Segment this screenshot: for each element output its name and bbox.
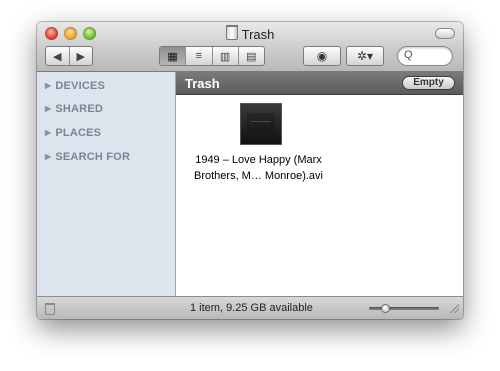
disclosure-triangle-icon[interactable]: ▶	[45, 104, 51, 113]
forward-button[interactable]: ▶	[70, 47, 93, 65]
file-name[interactable]: 1949 – Love Happy (Marx Brothers, M… Mon…	[181, 152, 336, 184]
icon-size-slider[interactable]	[369, 304, 439, 313]
folder-title: Trash	[185, 76, 220, 91]
window-title-label: Trash	[241, 27, 275, 42]
sidebar-item-shared[interactable]: ▶ SHARED	[45, 103, 103, 115]
window-title: Trash	[37, 25, 463, 42]
toolbar: Trash ◀ ▶ ▦ ≡ ▥ ▤ ◉ ✲▾ Q	[37, 22, 463, 72]
file-name-line: Brothers, M… Monroe).avi	[194, 170, 323, 182]
action-menu-button[interactable]: ✲▾	[346, 46, 384, 66]
gear-icon: ✲▾	[356, 49, 374, 63]
sidebar-item-label: SHARED	[55, 103, 104, 115]
status-bar: 1 item, 9.25 GB available	[37, 296, 463, 319]
icon-view-button[interactable]: ▦	[160, 47, 187, 65]
sidebar-item-places[interactable]: ▶ PLACES	[45, 127, 101, 139]
search-input[interactable]	[416, 48, 448, 62]
disclosure-triangle-icon[interactable]: ▶	[45, 128, 51, 137]
trash-icon	[45, 303, 55, 315]
view-mode-control: ▦ ≡ ▥ ▤	[159, 46, 265, 66]
sidebar-item-label: DEVICES	[55, 80, 106, 92]
search-icon: Q	[404, 49, 413, 61]
icon-view-icon: ▦	[167, 50, 178, 63]
sidebar-item-search-for[interactable]: ▶ SEARCH FOR	[45, 151, 130, 163]
file-browser: Trash Empty 1949 – Love Happy (Marx Brot…	[176, 72, 463, 296]
sidebar-item-label: SEARCH FOR	[55, 151, 131, 163]
coverflow-view-button[interactable]: ▤	[239, 47, 264, 65]
video-thumbnail-icon[interactable]	[240, 103, 282, 145]
folder-header: Trash Empty	[176, 72, 463, 95]
back-arrow-icon: ◀	[53, 50, 62, 63]
sidebar-item-devices[interactable]: ▶ DEVICES	[45, 80, 105, 92]
forward-arrow-icon: ▶	[76, 50, 85, 63]
coverflow-view-icon: ▤	[246, 50, 257, 63]
list-view-icon: ≡	[195, 50, 203, 62]
column-view-icon: ▥	[219, 50, 231, 63]
empty-trash-button[interactable]: Empty	[402, 76, 455, 90]
back-button[interactable]: ◀	[46, 47, 70, 65]
file-name-line: 1949 – Love Happy (Marx	[195, 154, 322, 166]
trash-icon	[225, 25, 238, 40]
resize-grip-icon[interactable]	[449, 303, 459, 313]
back-forward-control: ◀ ▶	[45, 46, 93, 66]
disclosure-triangle-icon[interactable]: ▶	[45, 152, 51, 161]
search-field[interactable]: Q	[397, 46, 453, 66]
disclosure-triangle-icon[interactable]: ▶	[45, 81, 51, 90]
sidebar: ▶ DEVICES ▶ SHARED ▶ PLACES ▶ SEARCH FOR	[37, 72, 176, 296]
toolbar-toggle-button[interactable]	[435, 28, 455, 39]
slider-knob[interactable]	[381, 304, 391, 313]
status-text: 1 item, 9.25 GB available	[190, 302, 313, 314]
column-view-button[interactable]: ▥	[213, 47, 239, 65]
eye-icon: ◉	[316, 49, 328, 63]
sidebar-item-label: PLACES	[55, 127, 102, 139]
finder-window: Trash ◀ ▶ ▦ ≡ ▥ ▤ ◉ ✲▾ Q ▶ DEVICES ▶ SHARE…	[37, 22, 463, 319]
quick-look-button[interactable]: ◉	[303, 46, 341, 66]
list-view-button[interactable]: ≡	[186, 47, 213, 65]
